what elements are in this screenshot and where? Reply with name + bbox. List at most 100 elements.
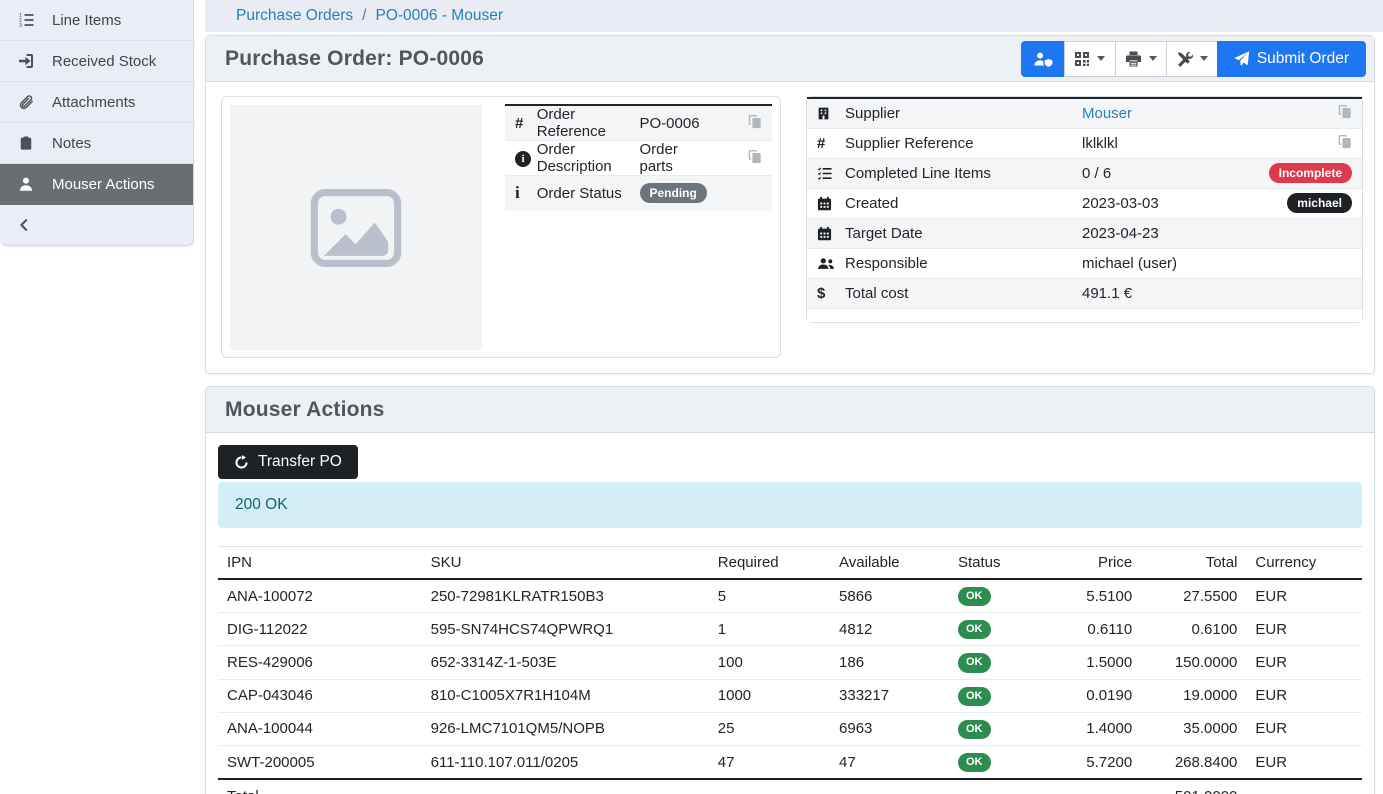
detail-row-completed-line-items: Completed Line Items 0 / 6 Incomplete <box>807 158 1362 188</box>
sidebar-item-attachments[interactable]: Attachments <box>0 82 193 123</box>
cell-currency: EUR <box>1246 679 1362 712</box>
total-label: Total <box>218 779 422 794</box>
cell-required: 1 <box>709 613 830 646</box>
cell-total: 268.8400 <box>1141 745 1246 779</box>
detail-row-order-status: i Order Status Pending <box>505 176 772 211</box>
col-header-sku: SKU <box>422 547 709 580</box>
sidebar-item-line-items[interactable]: 123 Line Items <box>0 0 193 41</box>
copy-icon[interactable] <box>1338 104 1352 119</box>
mouser-actions-body: Transfer PO 200 OK IPN SKU Required Avai… <box>206 433 1374 794</box>
cell-total: 35.0000 <box>1141 712 1246 745</box>
mouser-actions-panel: Mouser Actions Transfer PO 200 OK IPN SK <box>205 386 1375 794</box>
table-header-row: IPN SKU Required Available Status Price … <box>218 547 1362 580</box>
status-badge: Pending <box>640 183 707 203</box>
detail-value: 0 / 6 <box>1082 158 1252 188</box>
purchase-order-panel-header: Purchase Order: PO-0006 <box>206 36 1374 82</box>
list-ol-icon: 123 <box>15 12 37 28</box>
detail-label: Responsible <box>845 248 1082 278</box>
cell-available: 333217 <box>830 679 949 712</box>
print-menu-button[interactable] <box>1115 41 1167 77</box>
paper-plane-icon <box>1234 51 1250 66</box>
supplier-link[interactable]: Mouser <box>1082 105 1132 122</box>
detail-label: Order Description <box>537 141 640 176</box>
user-badge: michael <box>1287 193 1352 213</box>
col-header-ipn: IPN <box>218 547 422 580</box>
detail-value: 2023-04-23 <box>1082 218 1252 248</box>
user-icon <box>15 176 37 192</box>
detail-row-spacer <box>807 308 1362 322</box>
page-title: Purchase Order: PO-0006 <box>225 47 484 71</box>
table-row: RES-429006 652-3314Z-1-503E 100 186 OK 1… <box>218 646 1362 679</box>
sidebar-item-received-stock[interactable]: Received Stock <box>0 41 193 82</box>
cell-price: 0.0190 <box>1046 679 1141 712</box>
detail-value: michael (user) <box>1082 248 1252 278</box>
ok-badge: OK <box>958 720 991 739</box>
detail-row-total-cost: $ Total cost 491.1 € <box>807 278 1362 308</box>
sidebar-item-notes[interactable]: Notes <box>0 123 193 164</box>
cell-ipn: RES-429006 <box>218 646 422 679</box>
ok-badge: OK <box>958 587 991 606</box>
cell-currency: EUR <box>1246 646 1362 679</box>
sidebar-item-label: Attachments <box>52 94 135 111</box>
cell-ipn: DIG-112022 <box>218 613 422 646</box>
cell-sku: 926-LMC7101QM5/NOPB <box>422 712 709 745</box>
breadcrumb-link-current-order[interactable]: PO-0006 - Mouser <box>375 7 503 25</box>
cell-required: 100 <box>709 646 830 679</box>
barcode-menu-button[interactable] <box>1064 41 1116 77</box>
sidebar-item-label: Mouser Actions <box>52 176 155 193</box>
detail-label: Created <box>845 188 1082 218</box>
admin-view-button[interactable] <box>1021 41 1065 77</box>
cell-currency: EUR <box>1246 745 1362 779</box>
ok-badge: OK <box>958 653 991 672</box>
col-header-required: Required <box>709 547 830 580</box>
ok-badge: OK <box>958 753 991 772</box>
col-header-status: Status <box>949 547 1046 580</box>
cell-price: 5.7200 <box>1046 745 1141 779</box>
cell-total: 27.5500 <box>1141 579 1246 613</box>
cell-sku: 810-C1005X7R1H104M <box>422 679 709 712</box>
mouser-actions-panel-header: Mouser Actions <box>206 387 1374 433</box>
mouser-actions-title: Mouser Actions <box>225 398 385 422</box>
cell-price: 0.6110 <box>1046 613 1141 646</box>
detail-row-order-description: i Order Description Order parts <box>505 141 772 176</box>
cell-price: 1.4000 <box>1046 712 1141 745</box>
breadcrumb-link-purchase-orders[interactable]: Purchase Orders <box>236 7 353 25</box>
list-check-icon <box>817 166 845 181</box>
order-actions-menu-button[interactable] <box>1166 41 1218 77</box>
cell-sku: 611-110.107.011/0205 <box>422 745 709 779</box>
detail-label: Total cost <box>845 278 1082 308</box>
supplier-details-card: Supplier Mouser # Supplier Reference lkl… <box>806 96 1363 323</box>
cell-available: 5866 <box>830 579 949 613</box>
cell-required: 5 <box>709 579 830 613</box>
detail-label: Order Status <box>537 176 640 211</box>
table-total-row: Total 501.0000 <box>218 779 1362 794</box>
sidebar-collapse-button[interactable] <box>0 205 193 245</box>
image-placeholder-icon <box>295 178 417 278</box>
cell-currency: EUR <box>1246 613 1362 646</box>
info-circle-icon: i <box>515 151 531 167</box>
sidebar-item-mouser-actions[interactable]: Mouser Actions <box>0 164 193 205</box>
detail-label: Supplier Reference <box>845 128 1082 158</box>
submit-order-label: Submit Order <box>1257 50 1349 68</box>
app-root: Purchase Orders / PO-0006 - Mouser 123 L… <box>0 0 1383 794</box>
tools-icon <box>1176 51 1193 67</box>
cell-price: 1.5000 <box>1046 646 1141 679</box>
detail-value: 491.1 € <box>1082 278 1252 308</box>
order-image-placeholder[interactable] <box>230 105 482 350</box>
cell-available: 186 <box>830 646 949 679</box>
copy-icon[interactable] <box>748 114 762 129</box>
transfer-po-button[interactable]: Transfer PO <box>218 445 358 479</box>
detail-value: PO-0006 <box>640 105 707 141</box>
cell-required: 47 <box>709 745 830 779</box>
cell-total: 0.6100 <box>1141 613 1246 646</box>
detail-value: Order parts <box>640 141 707 176</box>
cell-ipn: SWT-200005 <box>218 745 422 779</box>
ok-badge: OK <box>958 620 991 639</box>
detail-label: Target Date <box>845 218 1082 248</box>
users-icon <box>817 256 845 271</box>
submit-order-button[interactable]: Submit Order <box>1217 41 1366 77</box>
copy-icon[interactable] <box>1338 134 1352 149</box>
cell-required: 1000 <box>709 679 830 712</box>
order-toolbar: Submit Order <box>1021 41 1366 77</box>
copy-icon[interactable] <box>748 149 762 164</box>
